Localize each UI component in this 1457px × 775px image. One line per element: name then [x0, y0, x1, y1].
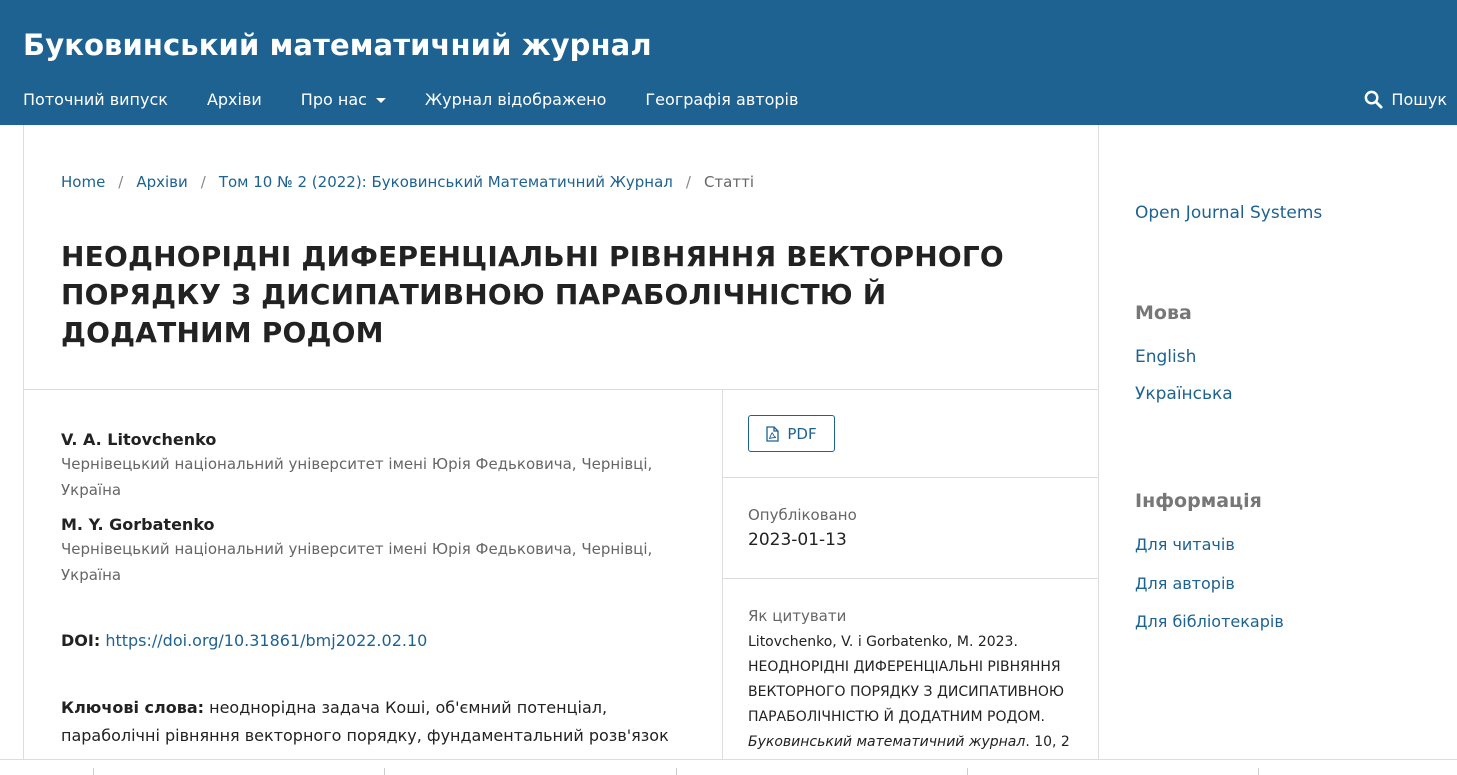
nav-about[interactable]: Про нас	[301, 90, 386, 109]
citation-tail: . 10, 2	[1025, 734, 1070, 750]
author: M. Y. Gorbatenko Чернівецький національн…	[61, 515, 691, 588]
doi-label: DOI:	[61, 631, 101, 650]
main-content: Home / Архіви / Том 10 № 2 (2022): Буков…	[23, 125, 1099, 759]
file-pdf-icon	[766, 425, 780, 442]
keywords-label: Ключові слова:	[61, 698, 205, 717]
author-name: V. A. Litovchenko	[61, 430, 217, 449]
info-librarians[interactable]: Для бібліотекарів	[1135, 612, 1284, 631]
footer-tick	[676, 768, 677, 775]
doi: DOI: https://doi.org/10.31861/bmj2022.02…	[61, 631, 427, 650]
nav-authors-geography[interactable]: Географія авторів	[645, 90, 798, 109]
site-header: Буковинський математичний журнал Поточни…	[0, 0, 1457, 125]
search-label: Пошук	[1391, 90, 1447, 109]
page-title: НЕОДНОРІДНІ ДИФЕРЕНЦІАЛЬНІ РІВНЯННЯ ВЕКТ…	[61, 240, 1004, 349]
published-label: Опубліковано	[748, 506, 857, 524]
divider	[723, 578, 1099, 579]
author: V. A. Litovchenko Чернівецький національ…	[61, 430, 691, 503]
divider	[24, 389, 1099, 390]
keywords: Ключові слова: неоднорідна задача Коші, …	[61, 694, 696, 750]
breadcrumb: Home / Архіви / Том 10 № 2 (2022): Буков…	[61, 173, 754, 191]
column-divider	[722, 389, 723, 759]
pdf-button[interactable]: PDF	[748, 415, 835, 452]
nav-about-label: Про нас	[300, 90, 367, 109]
citation: Litovchenko, V. і Gorbatenko, M. 2023. Н…	[748, 630, 1078, 755]
chevron-down-icon	[375, 98, 386, 103]
breadcrumb-separator: /	[118, 173, 124, 191]
author-name: M. Y. Gorbatenko	[61, 515, 215, 534]
language-ukrainian[interactable]: Українська	[1135, 384, 1233, 404]
info-authors[interactable]: Для авторів	[1135, 574, 1235, 593]
citation-text: Litovchenko, V. і Gorbatenko, M. 2023. Н…	[748, 634, 1065, 725]
main-nav: Поточний випуск Архіви Про нас Журнал ві…	[23, 90, 837, 109]
article-authors: V. A. Litovchenko Чернівецький національ…	[61, 430, 691, 588]
author-affiliation: Чернівецький національний університет ім…	[61, 540, 653, 584]
info-heading: Інформація	[1135, 490, 1262, 512]
divider	[723, 477, 1099, 478]
info-readers[interactable]: Для читачів	[1135, 535, 1235, 554]
breadcrumb-current: Статті	[703, 173, 754, 191]
breadcrumb-separator: /	[685, 173, 691, 191]
breadcrumb-separator: /	[200, 173, 206, 191]
search-icon	[1365, 90, 1383, 109]
breadcrumb-home[interactable]: Home	[61, 173, 105, 191]
ojs-link[interactable]: Open Journal Systems	[1135, 203, 1322, 223]
search-link[interactable]: Пошук	[1364, 90, 1447, 109]
citation-journal: Буковинський математичний журнал	[748, 734, 1026, 750]
footer-divider	[0, 759, 1457, 760]
footer-tick	[1258, 768, 1259, 775]
breadcrumb-issue[interactable]: Том 10 № 2 (2022): Буковинський Математи…	[219, 173, 673, 191]
author-affiliation: Чернівецький національний університет ім…	[61, 455, 653, 499]
cite-label: Як цитувати	[748, 607, 847, 625]
breadcrumb-archives[interactable]: Архіви	[136, 173, 187, 191]
pdf-label: PDF	[787, 424, 817, 443]
footer-tick	[967, 768, 968, 775]
nav-indexed[interactable]: Журнал відображено	[425, 90, 607, 109]
doi-link[interactable]: https://doi.org/10.31861/bmj2022.02.10	[105, 631, 427, 650]
footer-tick	[384, 768, 385, 775]
language-english[interactable]: English	[1135, 347, 1196, 367]
nav-current-issue[interactable]: Поточний випуск	[23, 90, 168, 109]
site-title[interactable]: Буковинський математичний журнал	[23, 28, 652, 62]
footer-tick	[93, 768, 94, 775]
published-date: 2023-01-13	[748, 530, 847, 550]
language-heading: Мова	[1135, 302, 1192, 324]
nav-archives[interactable]: Архіви	[207, 90, 262, 109]
